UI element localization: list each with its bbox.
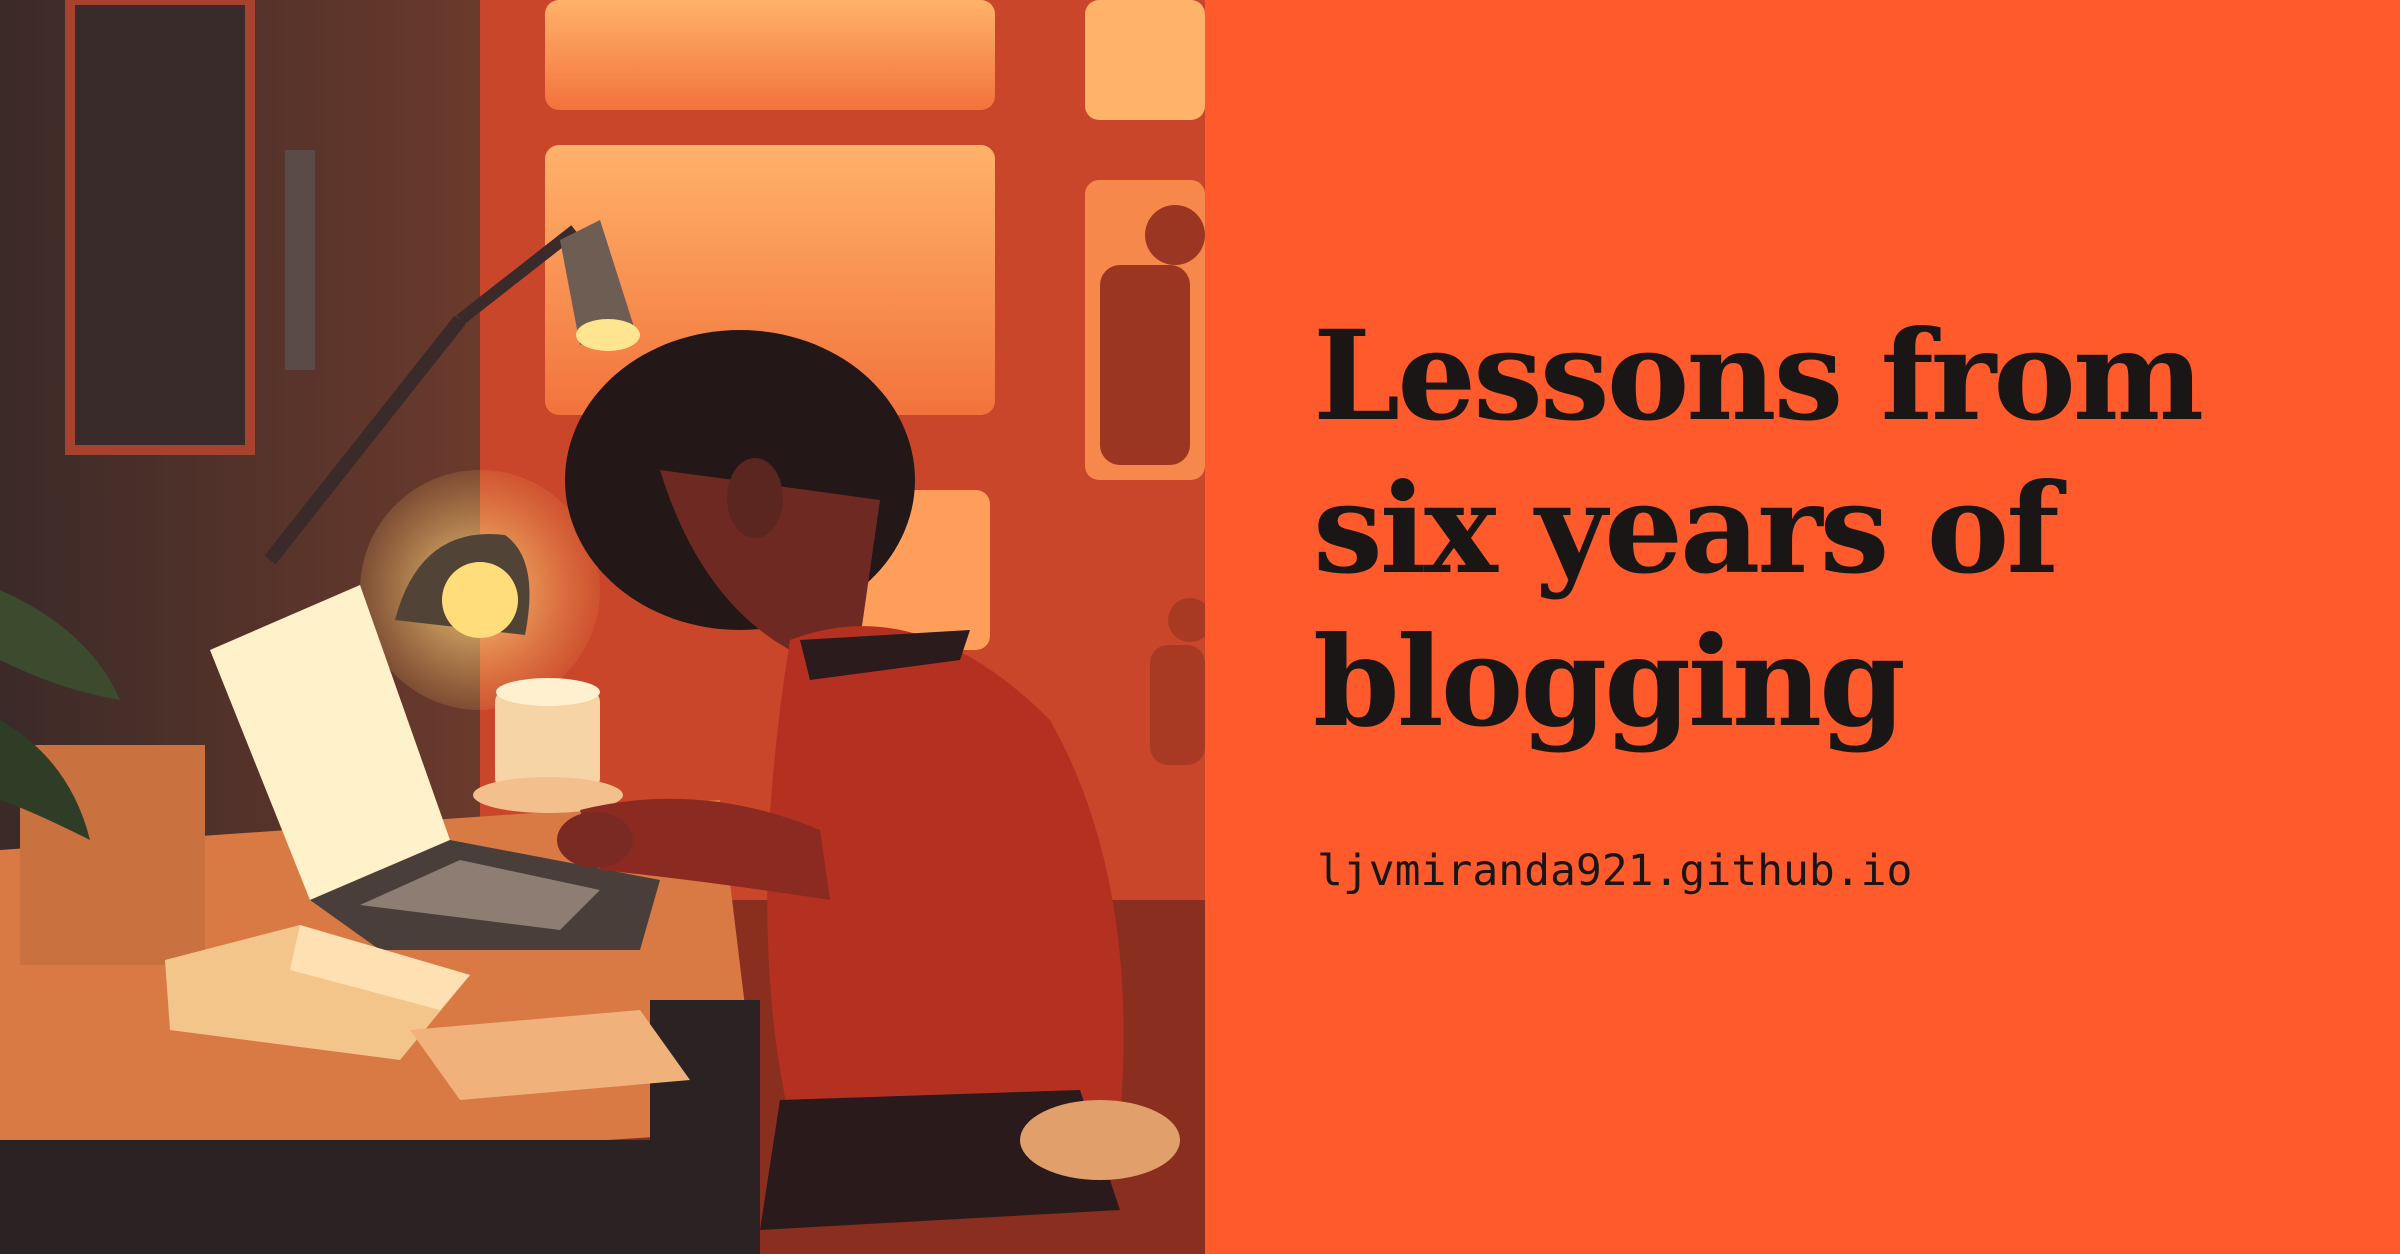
- illustration-panel: [0, 0, 1205, 1254]
- text-panel: Lessons from six years of blogging ljvmi…: [1205, 0, 2400, 1254]
- post-title: Lessons from six years of blogging: [1313, 304, 2204, 755]
- site-url: ljvmiranda921.github.io: [1317, 846, 1913, 896]
- boy-typing-on-laptop-at-desk-illustration: [0, 0, 1205, 1254]
- og-card: Lessons from six years of blogging ljvmi…: [0, 0, 2400, 1254]
